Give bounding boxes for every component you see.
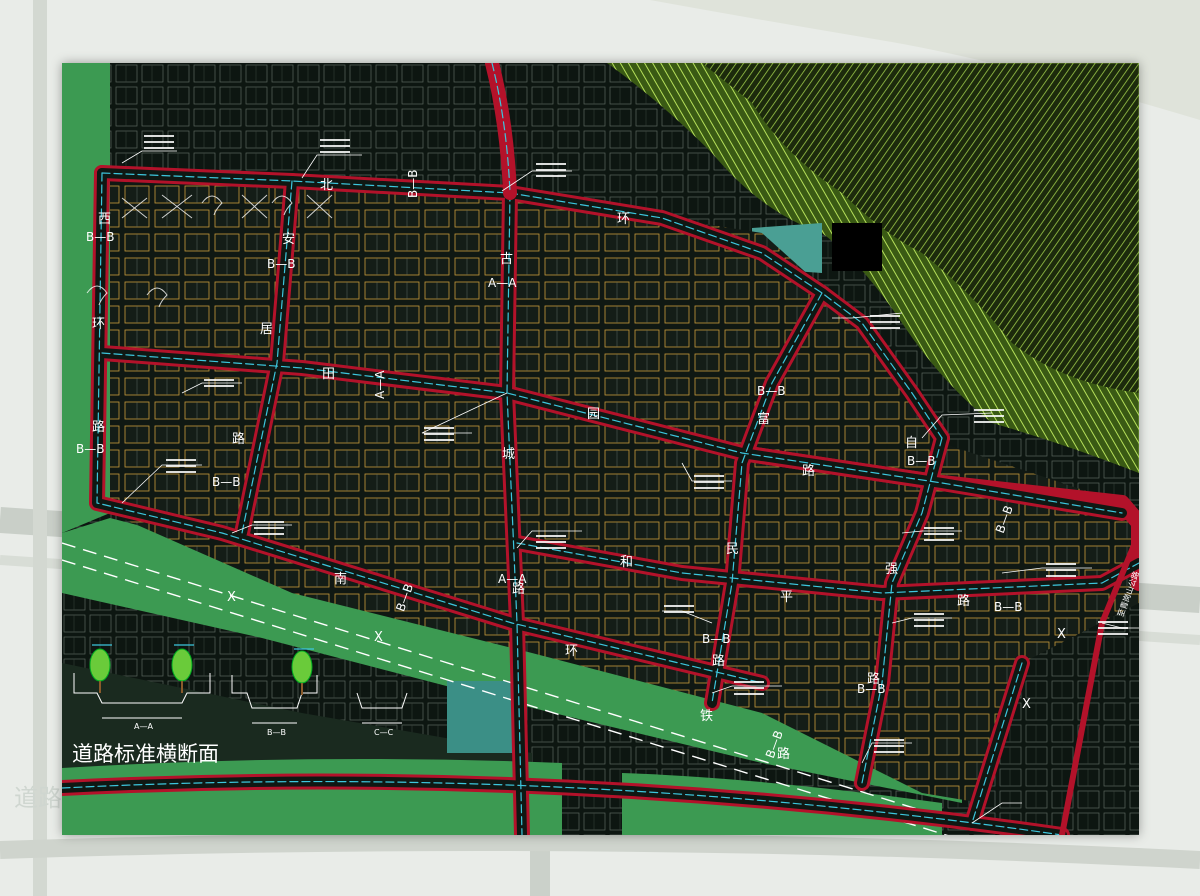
road-label-fuming-2: 民 bbox=[726, 542, 739, 557]
road-label-anju-3: 路 bbox=[232, 431, 245, 447]
road-label-heping-3: 路 bbox=[957, 593, 970, 609]
ghost-title-text: 道路 bbox=[14, 784, 62, 812]
x-mark: X bbox=[1057, 627, 1066, 642]
road-label-ring-south-1: 南 bbox=[334, 571, 347, 587]
map-title: 道路标准横断面 bbox=[72, 742, 219, 766]
road-label-heping-2: 平 bbox=[780, 590, 793, 605]
road-label-anju-1: 安 bbox=[282, 232, 295, 247]
section-mark: B—B bbox=[757, 384, 785, 398]
section-mark: A—A bbox=[498, 572, 527, 586]
section-mark: A—A bbox=[373, 370, 387, 399]
cross-section-b-label: B—B bbox=[267, 728, 286, 737]
road-label-ziqiang-1: 自 bbox=[905, 436, 918, 451]
road-label-anju-2: 居 bbox=[260, 322, 273, 337]
section-mark: B—B bbox=[267, 257, 295, 271]
site-plan-map: A—A B—B C—C 道路标准横断面 北 环 西 环 路 安 居 路 古 城 … bbox=[62, 63, 1139, 835]
road-label-tianyuan-1: 田 bbox=[322, 367, 335, 382]
road-label-tianyuan-2: 园 bbox=[587, 407, 600, 422]
road-label-ring-north-2: 环 bbox=[617, 212, 630, 227]
cross-section-a-label: A—A bbox=[134, 722, 153, 731]
section-mark: B—B bbox=[702, 632, 730, 646]
road-label-tianyuan-3: 路 bbox=[802, 463, 815, 479]
x-mark: X bbox=[227, 590, 236, 605]
road-label-railway-1: 铁 bbox=[700, 709, 713, 724]
section-mark: B—B bbox=[857, 682, 885, 696]
map-frame: A—A B—B C—C 道路标准横断面 北 环 西 环 路 安 居 路 古 城 … bbox=[62, 63, 1139, 835]
section-mark: B—B bbox=[907, 454, 935, 468]
section-mark: B—B bbox=[994, 600, 1022, 614]
section-mark: B—B bbox=[406, 170, 420, 198]
road-label-heping-1: 和 bbox=[620, 555, 633, 570]
road-label-gucheng-2: 城 bbox=[502, 447, 515, 462]
road-label-ring-west-2: 环 bbox=[92, 317, 105, 332]
road-label-fuming-3: 路 bbox=[712, 653, 725, 669]
section-mark: B—B bbox=[86, 230, 114, 244]
cross-section-c-label: C—C bbox=[374, 728, 394, 737]
road-label-fuming-1: 富 bbox=[757, 411, 770, 427]
section-mark: B—B bbox=[212, 475, 240, 489]
section-mark: A—A bbox=[488, 276, 517, 290]
road-label-ring-west-3: 路 bbox=[92, 419, 105, 435]
road-label-gucheng-1: 古 bbox=[500, 252, 513, 267]
road-label-ring-west-1: 西 bbox=[98, 212, 111, 227]
road-label-ring-north-1: 北 bbox=[320, 178, 333, 193]
section-mark: B—B bbox=[76, 442, 104, 456]
x-mark: X bbox=[374, 630, 383, 645]
road-label-ring-south-2: 环 bbox=[565, 644, 578, 659]
road-label-ziqiang-2: 强 bbox=[885, 562, 898, 577]
x-mark: X bbox=[1022, 697, 1031, 712]
